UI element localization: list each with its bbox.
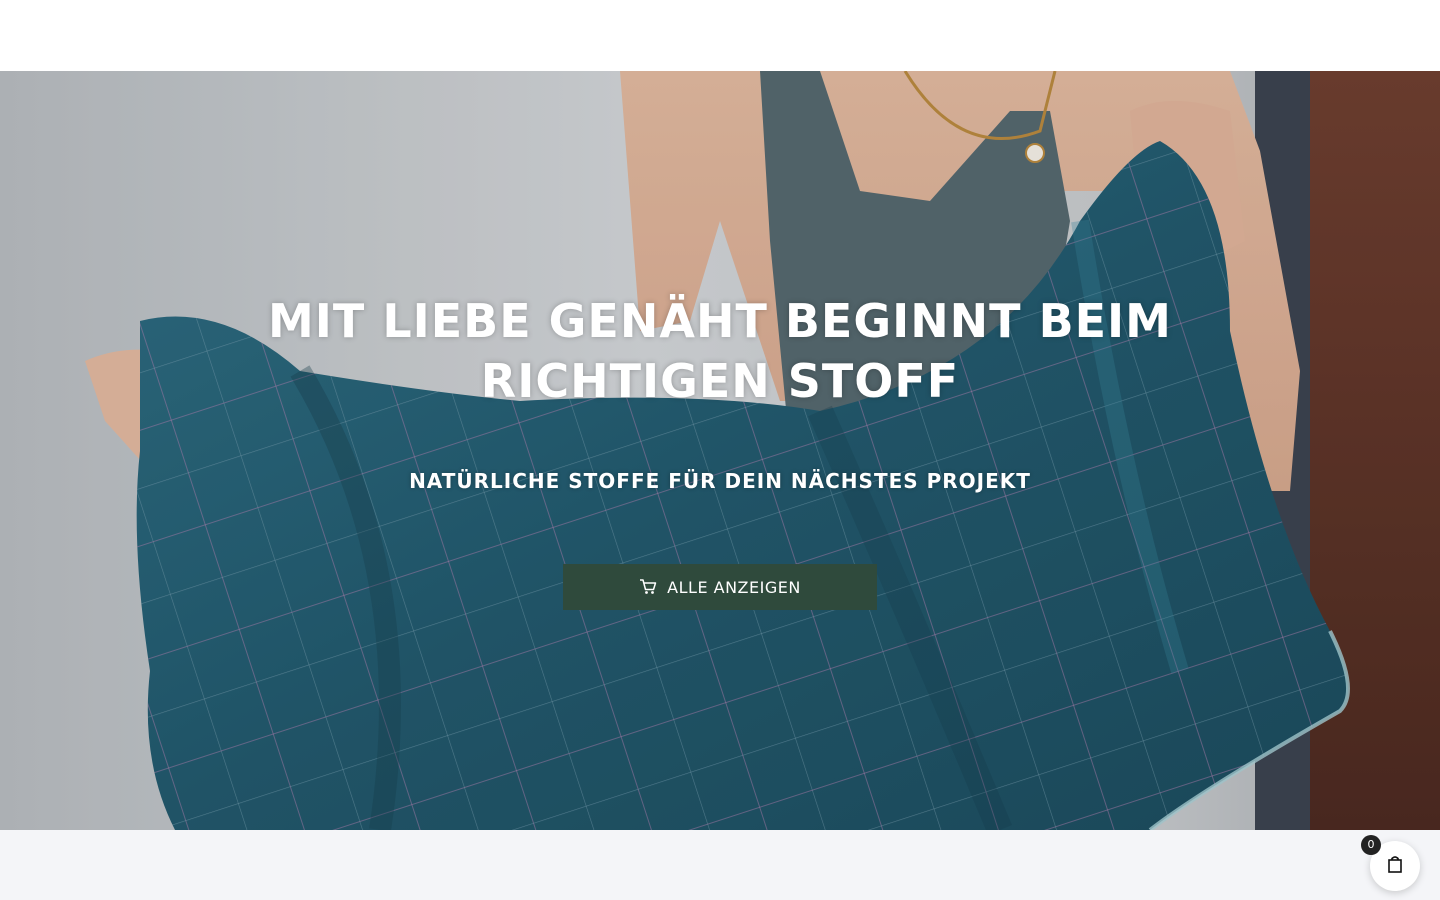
cart-count-badge: 0 — [1361, 835, 1381, 855]
site-header — [0, 0, 1440, 71]
view-all-label: ALLE ANZEIGEN — [667, 577, 801, 597]
hero-banner: MIT LIEBE GENÄHT BEGINNT BEIM RICHTIGEN … — [0, 71, 1440, 830]
cart-icon — [639, 579, 657, 595]
bag-icon — [1388, 855, 1402, 877]
content-section — [0, 830, 1440, 900]
hero-content: MIT LIEBE GENÄHT BEGINNT BEIM RICHTIGEN … — [0, 71, 1440, 830]
view-all-button[interactable]: ALLE ANZEIGEN — [563, 564, 877, 610]
hero-subtitle: NATÜRLICHE STOFFE FÜR DEIN NÄCHSTES PROJ… — [409, 469, 1031, 493]
hero-title: MIT LIEBE GENÄHT BEGINNT BEIM RICHTIGEN … — [268, 294, 1172, 408]
